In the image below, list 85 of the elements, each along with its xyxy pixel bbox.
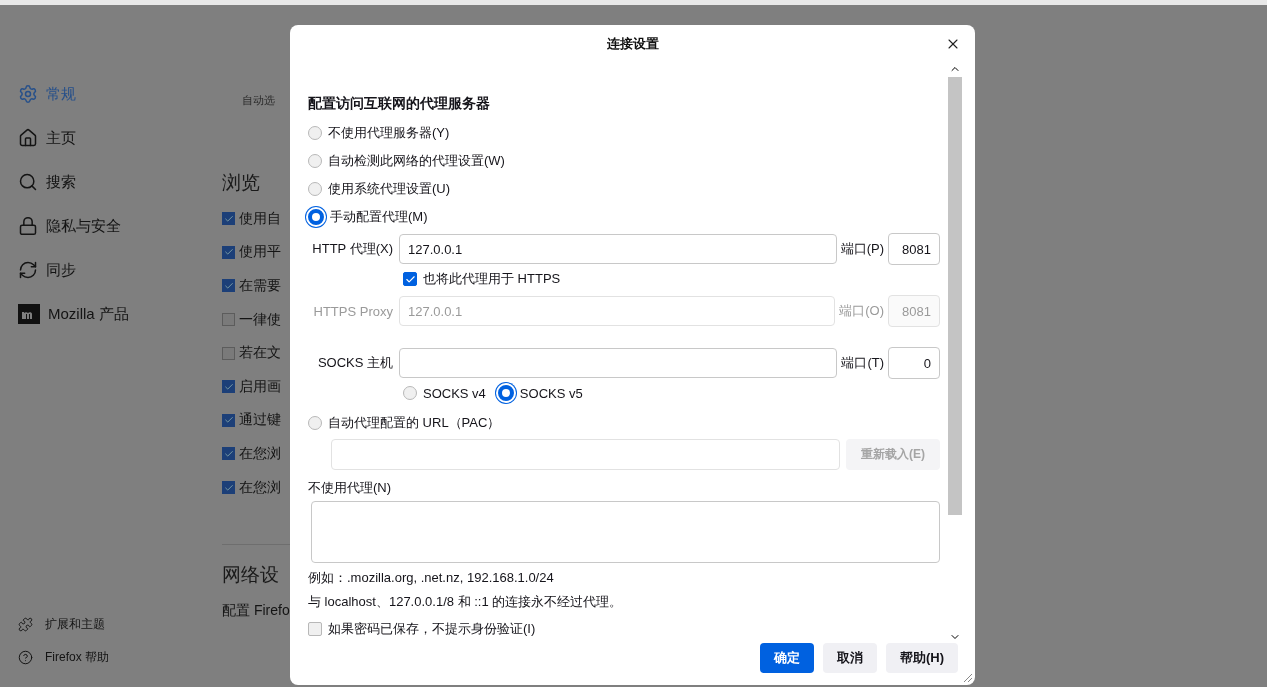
checkbox-label: 通过键	[239, 411, 281, 430]
sync-icon	[18, 260, 38, 280]
checkbox[interactable]	[403, 272, 417, 286]
radio-label: 使用系统代理设置(U)	[328, 180, 451, 198]
radio-button[interactable]	[308, 209, 324, 225]
setting-text: 自动选	[242, 93, 276, 108]
settings-icon	[18, 84, 38, 104]
check-icon	[223, 448, 234, 459]
input-field[interactable]	[331, 438, 840, 470]
checkbox-label: 在您浏	[239, 478, 281, 497]
mozilla-icon	[18, 304, 40, 324]
hint-text: 例如：.mozilla.org, .net.nz, 192.168.1.0/24	[308, 569, 555, 587]
radio-label: 自动代理配置的 URL（PAC）	[328, 414, 501, 432]
puzzle-icon	[18, 617, 33, 632]
port-label: 端口(O)	[838, 302, 885, 320]
help-icon	[18, 650, 33, 665]
radio-label: SOCKS v4	[423, 385, 486, 401]
checkbox[interactable]	[222, 212, 235, 226]
hint-text: 与 localhost、127.0.0.1/8 和 ::1 的连接永不经过代理。	[308, 593, 624, 611]
port-label: 端口(T)	[840, 354, 885, 372]
search-icon	[18, 172, 38, 192]
dialog-button[interactable]: 确定	[759, 643, 814, 673]
checkbox-label: 如果密码已保存，不提示身份验证(I)	[328, 620, 536, 638]
sidebar-link[interactable]: Firefox 帮助	[18, 648, 222, 667]
checkbox[interactable]	[222, 245, 235, 259]
field-label: SOCKS 主机	[316, 354, 394, 372]
sidebar-item[interactable]: 同步	[18, 257, 222, 283]
sidebar-item[interactable]: 隐私与安全	[18, 213, 222, 239]
checkbox-label: 启用画	[239, 377, 281, 396]
section-heading: 配置访问互联网的代理服务器	[308, 95, 491, 113]
dialog-button[interactable]: 取消	[822, 643, 877, 673]
field-label: 不使用代理(N)	[308, 479, 393, 497]
radio-label: 不使用代理服务器(Y)	[328, 124, 450, 142]
sidebar-item[interactable]: 搜索	[18, 169, 222, 195]
port-field[interactable]: 8081	[888, 233, 940, 265]
checkbox[interactable]	[222, 481, 235, 495]
check-icon	[223, 247, 234, 258]
radio-button[interactable]	[308, 154, 322, 168]
sidebar-item[interactable]: Mozilla 产品	[18, 301, 222, 327]
sidebar-link[interactable]: 扩展和主题	[18, 615, 222, 634]
section-title: 网络设	[222, 563, 280, 588]
port-field[interactable]: 0	[888, 347, 940, 379]
radio-button[interactable]	[308, 416, 322, 430]
checkbox-label: 若在文	[239, 344, 281, 363]
port-label: 端口(P)	[839, 240, 885, 258]
check-icon	[223, 415, 234, 426]
radio-button[interactable]	[497, 385, 514, 401]
checkbox[interactable]	[222, 346, 235, 360]
radio-label: 手动配置代理(M)	[330, 208, 428, 226]
radio-label: 自动检测此网络的代理设置(W)	[328, 152, 505, 170]
text-area[interactable]	[311, 501, 940, 563]
radio-button[interactable]	[403, 386, 417, 400]
radio-label: SOCKS v5	[519, 385, 583, 401]
dialog-title: 连接设置	[606, 35, 659, 53]
input-field[interactable]: 127.0.0.1	[399, 234, 837, 264]
checkbox[interactable]	[222, 313, 235, 327]
checkbox-label: 使用自	[239, 209, 281, 228]
checkbox-label: 也将此代理用于 HTTPS	[423, 270, 561, 288]
setting-text: 配置 Firefo	[222, 602, 290, 621]
check-icon	[223, 213, 234, 224]
check-icon	[223, 281, 234, 291]
check-icon	[404, 273, 416, 285]
checkbox-label: 在您浏	[239, 444, 281, 463]
check-icon	[223, 381, 234, 392]
resize-grip-icon[interactable]	[961, 671, 973, 683]
checkbox-label: 使用平	[239, 243, 281, 262]
checkbox[interactable]	[222, 380, 235, 394]
radio-button[interactable]	[308, 182, 322, 196]
checkbox[interactable]	[222, 447, 235, 461]
scrollbar-thumb[interactable]	[948, 77, 962, 515]
section-title: 浏览	[222, 171, 261, 195]
checkbox-label: 一律使	[239, 310, 281, 329]
checkbox-label: 在需要	[239, 277, 281, 295]
sidebar-item[interactable]: 主页	[18, 125, 222, 151]
field-label: HTTPS Proxy	[312, 303, 394, 319]
check-icon	[223, 482, 234, 493]
dialog-button[interactable]: 帮助(H)	[885, 643, 958, 673]
checkbox[interactable]	[308, 622, 322, 636]
field-label: HTTP 代理(X)	[311, 240, 394, 258]
lock-icon	[18, 216, 38, 236]
input-field[interactable]	[399, 348, 838, 378]
checkbox[interactable]	[222, 413, 235, 427]
radio-button[interactable]	[308, 126, 322, 140]
home-icon	[18, 128, 38, 148]
checkbox[interactable]	[222, 279, 235, 293]
